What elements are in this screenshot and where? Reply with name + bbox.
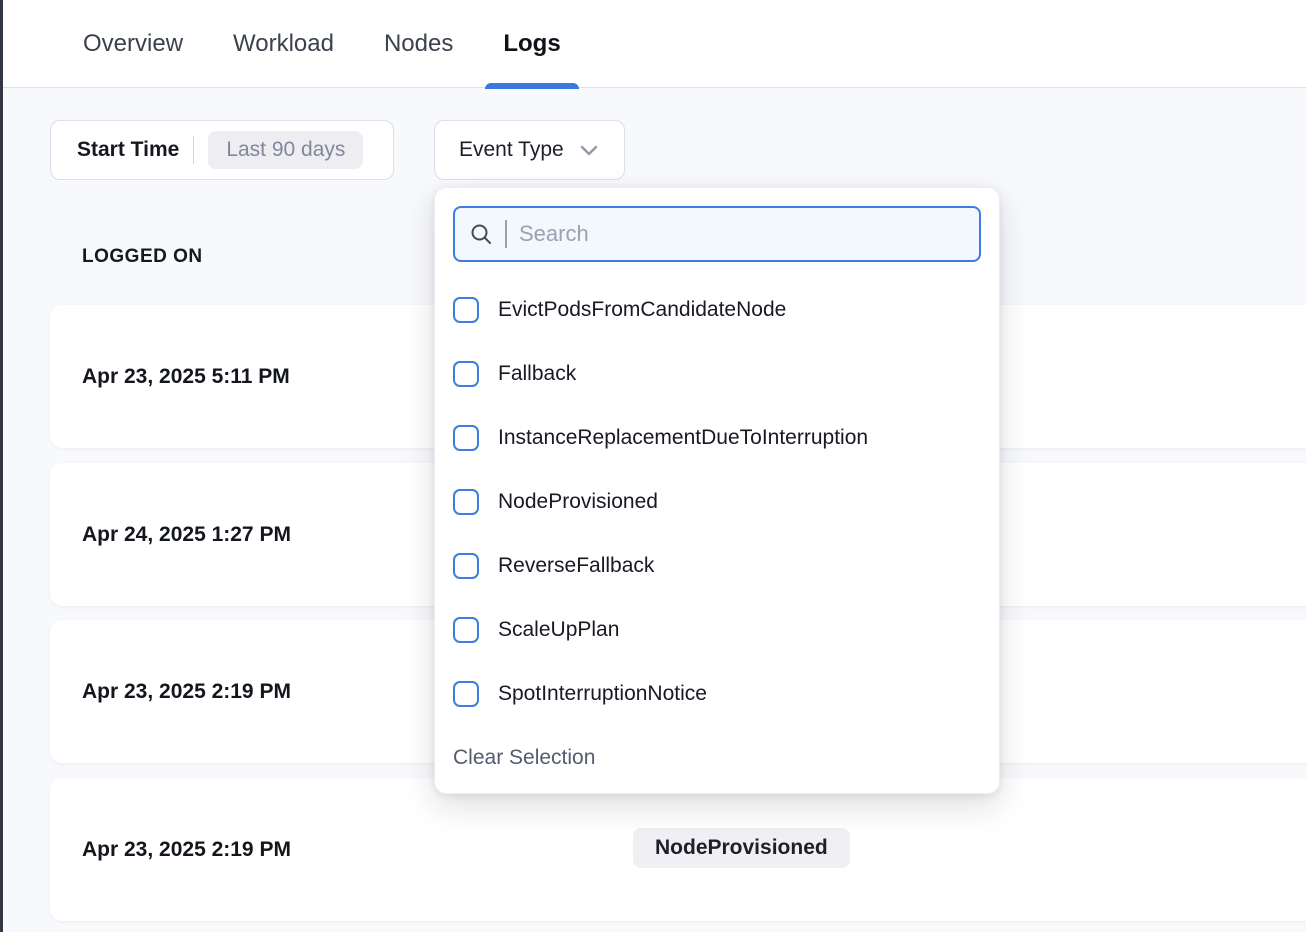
logged-on-value: Apr 23, 2025 2:19 PM	[82, 838, 291, 862]
text-cursor	[505, 220, 507, 248]
dropdown-option-evictpodsfromcandidatenode[interactable]: EvictPodsFromCandidateNode	[453, 278, 981, 342]
chevron-down-icon	[580, 145, 598, 156]
checkbox[interactable]	[453, 617, 479, 643]
dropdown-option-fallback[interactable]: Fallback	[453, 342, 981, 406]
option-label: Fallback	[498, 362, 576, 386]
dropdown-option-reversefallback[interactable]: ReverseFallback	[453, 534, 981, 598]
column-header-logged-on: LOGGED ON	[82, 246, 203, 268]
dropdown-option-scaleupplan[interactable]: ScaleUpPlan	[453, 598, 981, 662]
checkbox[interactable]	[453, 489, 479, 515]
window-edge	[0, 0, 3, 932]
tab-nodes[interactable]: Nodes	[384, 0, 453, 88]
checkbox[interactable]	[453, 297, 479, 323]
search-input[interactable]	[519, 221, 965, 247]
checkbox[interactable]	[453, 553, 479, 579]
option-label: EvictPodsFromCandidateNode	[498, 298, 786, 322]
dropdown-option-spotinterruptionnotice[interactable]: SpotInterruptionNotice	[453, 662, 981, 726]
option-label: SpotInterruptionNotice	[498, 682, 707, 706]
option-label: ReverseFallback	[498, 554, 654, 578]
event-type-dropdown: EvictPodsFromCandidateNode Fallback Inst…	[434, 187, 1000, 794]
tab-bar: Overview Workload Nodes Logs	[3, 0, 1306, 88]
event-type-filter-button[interactable]: Event Type	[434, 120, 625, 180]
clear-selection-button[interactable]: Clear Selection	[453, 746, 595, 770]
logged-on-value: Apr 24, 2025 1:27 PM	[82, 523, 291, 547]
logged-on-value: Apr 23, 2025 5:11 PM	[82, 365, 290, 389]
option-label: InstanceReplacementDueToInterruption	[498, 426, 868, 450]
search-icon	[469, 222, 493, 246]
dropdown-option-instancereplacementduetointerruption[interactable]: InstanceReplacementDueToInterruption	[453, 406, 981, 470]
start-time-value-pill[interactable]: Last 90 days	[208, 131, 363, 169]
start-time-filter[interactable]: Start Time Last 90 days	[50, 120, 394, 180]
dropdown-search-box[interactable]	[453, 206, 981, 262]
tab-overview[interactable]: Overview	[83, 0, 183, 88]
event-type-options: EvictPodsFromCandidateNode Fallback Inst…	[453, 278, 981, 726]
option-label: ScaleUpPlan	[498, 618, 619, 642]
checkbox[interactable]	[453, 361, 479, 387]
dropdown-option-nodeprovisioned[interactable]: NodeProvisioned	[453, 470, 981, 534]
tab-logs[interactable]: Logs	[503, 0, 560, 88]
option-label: NodeProvisioned	[498, 490, 658, 514]
filter-divider	[193, 136, 194, 164]
checkbox[interactable]	[453, 681, 479, 707]
event-type-label: Event Type	[459, 138, 564, 162]
logged-on-value: Apr 23, 2025 2:19 PM	[82, 680, 291, 704]
start-time-label: Start Time	[77, 138, 179, 162]
checkbox[interactable]	[453, 425, 479, 451]
table-row[interactable]: Apr 23, 2025 2:19 PM NodeProvisioned	[50, 778, 1306, 921]
event-type-badge: NodeProvisioned	[633, 828, 850, 868]
tab-workload[interactable]: Workload	[233, 0, 334, 88]
